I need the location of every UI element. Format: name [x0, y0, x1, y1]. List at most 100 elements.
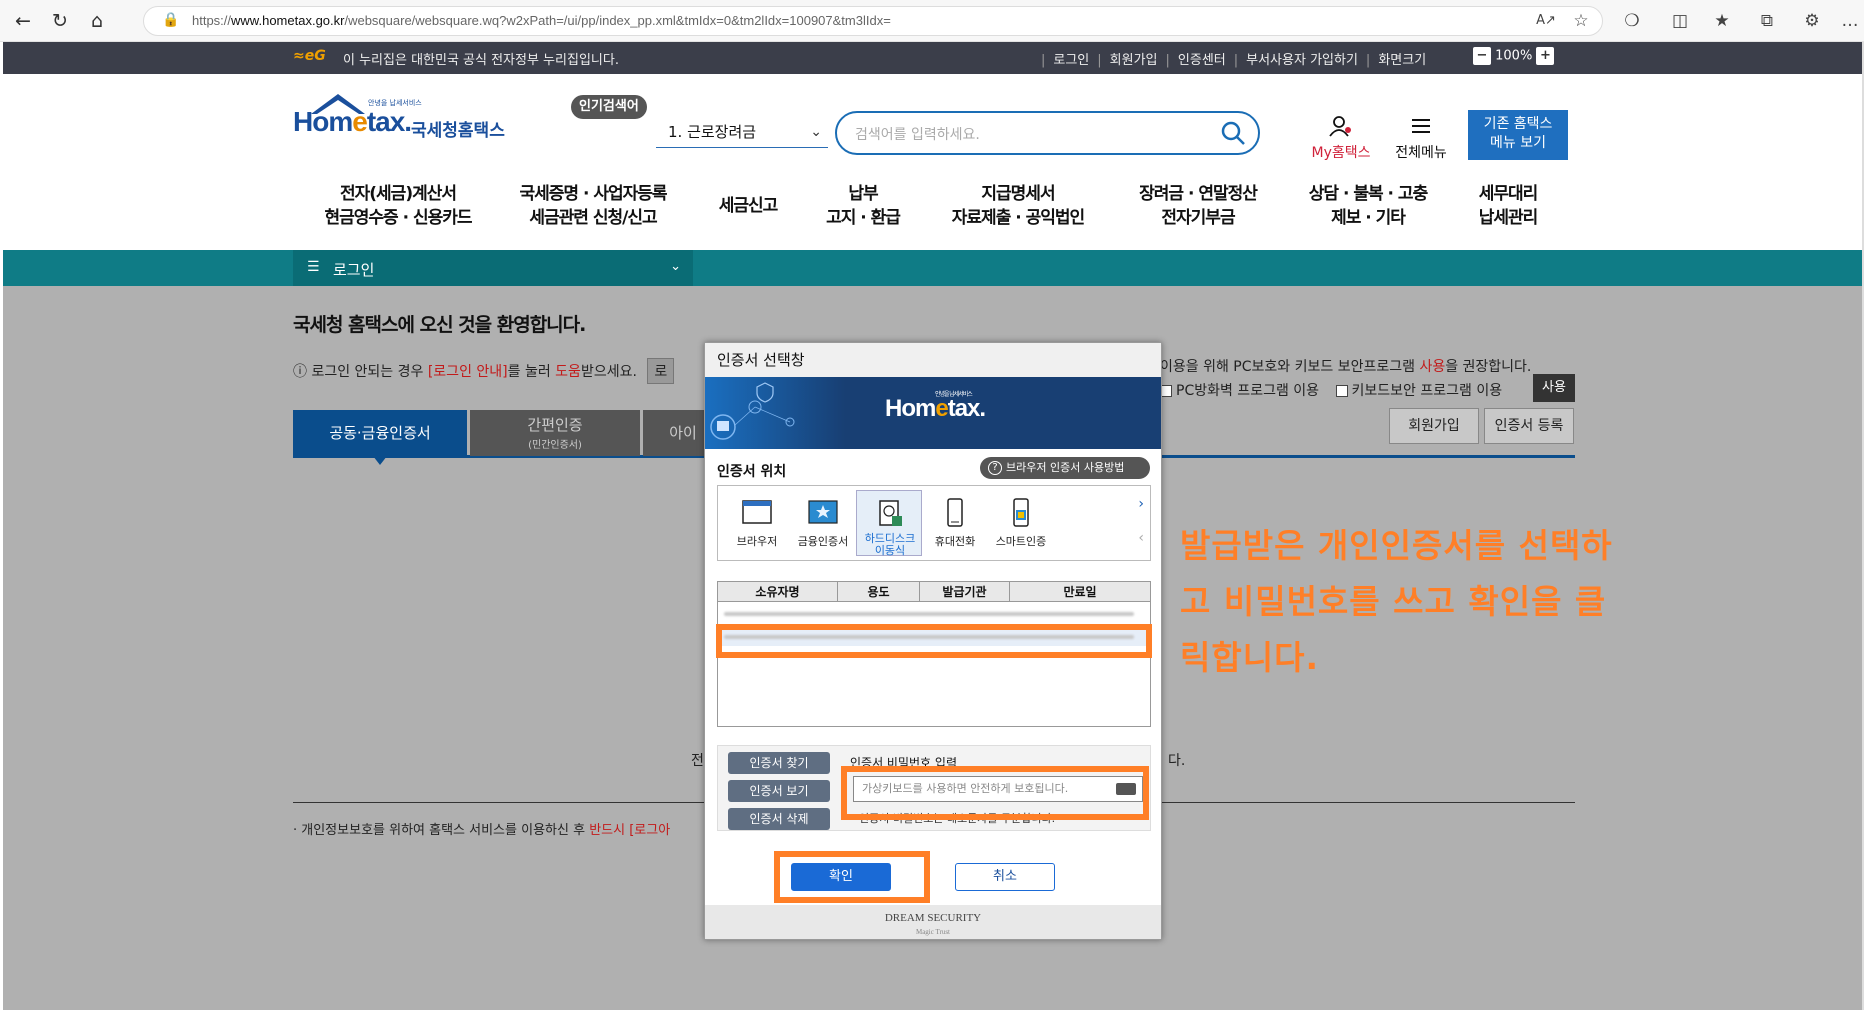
- address-bar[interactable]: 🔒 https://www.hometax.go.kr/websquare/we…: [143, 6, 1603, 36]
- join-button[interactable]: 회원가입: [1389, 408, 1479, 444]
- search-icon[interactable]: [1218, 118, 1248, 148]
- popular-search-label: 인기검색어: [571, 95, 647, 119]
- browser-toolbar: ← ↻ ⌂ 🔒 https://www.hometax.go.kr/websqu…: [0, 0, 1864, 42]
- location-dropdown[interactable]: ☰ 로그인 ⌄: [293, 250, 693, 286]
- keyboard-security-checkbox[interactable]: [1335, 385, 1348, 397]
- cancel-button[interactable]: 취소: [955, 863, 1055, 891]
- dialog-title: 인증서 선택창: [705, 343, 1161, 377]
- refresh-icon[interactable]: ↻: [47, 8, 73, 34]
- hidden-text-left: 전: [691, 753, 704, 769]
- login-help-text: ⓘ 로그인 안되는 경우 [로그인 안내]를 눌러 도움받으세요. 로: [293, 358, 675, 384]
- dialog-footer: DREAM SECURITY Magic Trust: [705, 905, 1161, 939]
- favorite-star-icon[interactable]: ☆: [1569, 9, 1593, 33]
- col-usage: 용도: [838, 582, 920, 602]
- security-options: PC방화벽 프로그램 이용 키보드보안 프로그램 이용: [1160, 380, 1502, 400]
- location-bar: ☰ 로그인 ⌄: [3, 250, 1862, 286]
- gnb-item-tax-report[interactable]: 세금신고: [703, 182, 793, 250]
- egov-notice: 이 누리집은 대한민국 공식 전자정부 누리집입니다.: [343, 53, 619, 68]
- gnb-item-tax-agent[interactable]: 세무대리 납세관리: [1458, 182, 1558, 250]
- info-icon: ⓘ: [293, 364, 307, 380]
- browser-cert-guide-button[interactable]: ? 브라우저 인증서 사용방법: [980, 457, 1150, 479]
- cert-location-label: 인증서 위치: [717, 464, 787, 480]
- more-menu-icon[interactable]: …: [1838, 9, 1862, 33]
- gnb-item-e-invoice[interactable]: 전자(세금)계산서 현금영수증 · 신용카드: [303, 182, 493, 250]
- gnb-item-consult[interactable]: 상담 · 불복 · 고충 제보 · 기타: [1293, 182, 1443, 250]
- zoom-in-button[interactable]: +: [1536, 47, 1555, 65]
- all-menu-button[interactable]: 전체메뉴: [1388, 114, 1454, 162]
- tab-joint-cert[interactable]: 공동·금융인증서: [293, 410, 467, 465]
- search-input[interactable]: 검색어를 입력하세요.: [835, 111, 1260, 155]
- split-screen-icon[interactable]: ◫: [1668, 9, 1692, 33]
- user-icon: [1329, 116, 1351, 137]
- page-bottom-edge: [0, 1010, 1864, 1022]
- find-cert-button[interactable]: 인증서 찾기: [728, 752, 830, 774]
- hometax-logo: 안녕을 납세서비스 Hometax.: [885, 392, 986, 422]
- read-aloud-icon[interactable]: A↗: [1534, 9, 1558, 33]
- highlight-confirm: [774, 851, 930, 903]
- extensions-icon[interactable]: ❍: [1620, 9, 1644, 33]
- old-menu-button[interactable]: 기존 홈택스 메뉴 보기: [1468, 110, 1568, 160]
- util-link-cert-center[interactable]: 인증센터: [1178, 53, 1226, 68]
- login-guide-link[interactable]: [로그인 안내]: [428, 364, 508, 380]
- zoom-control: − 100% +: [1473, 47, 1555, 65]
- mobile-phone-icon: [947, 498, 963, 527]
- zoom-value: 100%: [1495, 48, 1533, 64]
- view-cert-button[interactable]: 인증서 보기: [728, 780, 830, 802]
- highlight-password: [841, 766, 1149, 820]
- util-link-screen-size: 화면크기: [1378, 53, 1427, 68]
- utility-bar: ≈eG 이 누리집은 대한민국 공식 전자정부 누리집입니다. | 로그인 | 회원가…: [3, 42, 1862, 74]
- my-hometax-button[interactable]: My홈택스: [1306, 114, 1376, 162]
- popular-search-select[interactable]: 1. 근로장려금 ⌄: [656, 118, 828, 148]
- egov-logo-icon: ≈eG: [293, 48, 326, 64]
- financial-cert-icon: [808, 500, 838, 524]
- back-arrow-icon[interactable]: ←: [10, 8, 36, 34]
- chevron-right-icon[interactable]: ›: [1138, 496, 1144, 512]
- table-header: 소유자명 용도 발급기관 만료일: [718, 582, 1150, 602]
- media-browser[interactable]: 브라우저: [724, 490, 790, 556]
- media-financial-cert[interactable]: 금융인증서: [790, 490, 856, 556]
- favorites-icon[interactable]: ★: [1710, 9, 1734, 33]
- util-link-join[interactable]: 회원가입: [1110, 53, 1158, 68]
- home-icon[interactable]: ⌂: [84, 8, 110, 34]
- utility-links: | 로그인 | 회원가입 | 인증센터 | 부서사용자 가입하기 | 화면크기: [1041, 53, 1427, 68]
- gnb-item-payment[interactable]: 납부 고지 · 환급: [813, 182, 913, 250]
- cert-register-button[interactable]: 인증서 등록: [1484, 408, 1574, 444]
- chevron-left-icon[interactable]: ‹: [1138, 530, 1144, 546]
- harddisk-icon: [879, 500, 902, 526]
- highlight-cert-row: [716, 624, 1152, 658]
- privacy-note: · 개인정보보호를 위하여 홈택스 서비스를 이용하신 후 반드시 [로그아: [293, 823, 671, 838]
- hidden-text-right: 다.: [1168, 753, 1186, 769]
- cert-media-selector: 브라우저 금융인증서 하드디스크 이동식 휴대전화 스마트인증 › ‹: [717, 485, 1151, 561]
- media-harddisk[interactable]: 하드디스크 이동식: [856, 490, 922, 557]
- media-mobile-phone[interactable]: 휴대전화: [922, 490, 988, 556]
- col-issuer: 발급기관: [920, 582, 1010, 602]
- collections-icon[interactable]: ⧉: [1755, 9, 1779, 33]
- util-link-dept-user[interactable]: 부서사용자 가입하기: [1246, 53, 1358, 68]
- browser-essentials-icon[interactable]: ⚙: [1800, 9, 1824, 33]
- col-owner: 소유자명: [718, 582, 838, 602]
- col-expiry: 만료일: [1063, 585, 1097, 599]
- delete-cert-button[interactable]: 인증서 삭제: [728, 808, 830, 830]
- security-network-icon: [710, 382, 795, 440]
- media-smart-cert[interactable]: 스마트인증: [988, 490, 1054, 556]
- lock-icon: 🔒: [162, 12, 180, 28]
- tab-simple-auth[interactable]: 간편인증 (민간인증서): [470, 410, 640, 456]
- gnb-item-certificate[interactable]: 국세증명 · 사업자등록 세금관련 신청/신고: [503, 182, 683, 250]
- gnb-item-incentive[interactable]: 장려금 · 연말정산 전자기부금: [1118, 182, 1278, 250]
- url-text: https://www.hometax.go.kr/websquare/webs…: [192, 13, 891, 28]
- table-row[interactable]: [718, 604, 1150, 624]
- security-notice: 이용을 위해 PC보호와 키보드 보안프로그램 사용을 권장합니다.: [1160, 359, 1532, 375]
- gnb-item-payment-statement[interactable]: 지급명세서 자료제출 · 공익법인: [933, 182, 1103, 250]
- zoom-out-button[interactable]: −: [1473, 47, 1491, 65]
- hamburger-icon: [1412, 119, 1430, 133]
- chevron-down-icon: ⌄: [810, 124, 822, 140]
- dialog-banner: 안녕을 납세서비스 Hometax.: [705, 377, 1161, 449]
- util-link-login[interactable]: 로그인: [1053, 53, 1089, 68]
- site-header: 안녕을 납세서비스 Hometax. 국세청홈택스 인기검색어 1. 근로장려금…: [3, 74, 1862, 250]
- instruction-annotation: 발급받은 개인인증서를 선택하 고 비밀번호를 쓰고 확인을 클 릭합니다.: [1180, 526, 1613, 677]
- chevron-down-icon: ⌄: [670, 259, 681, 274]
- smart-cert-icon: [1013, 498, 1029, 527]
- main-nav: 전자(세금)계산서 현금영수증 · 신용카드 국세증명 · 사업자등록 세금관련 신…: [3, 182, 1862, 250]
- use-button[interactable]: 사용: [1533, 374, 1575, 402]
- hometax-logo[interactable]: 안녕을 납세서비스 Hometax. 국세청홈택스: [293, 92, 513, 142]
